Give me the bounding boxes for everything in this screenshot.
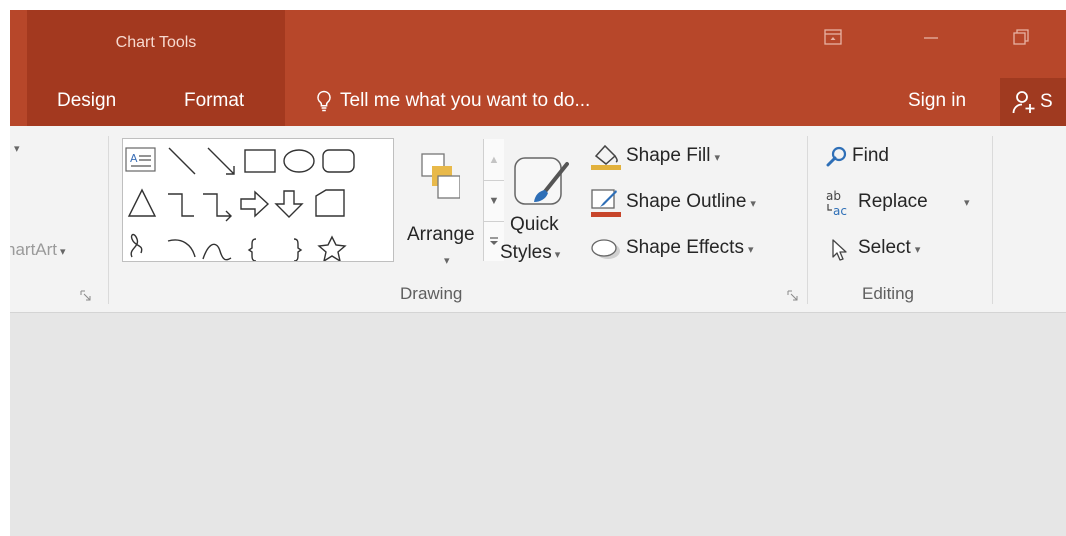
dialog-launcher-icon[interactable]	[80, 290, 92, 302]
select-label: Select ▾	[858, 237, 921, 258]
arc-icon[interactable]	[167, 239, 196, 258]
restore-icon[interactable]	[1010, 26, 1032, 48]
shape-outline-label: Shape Outline ▾	[626, 191, 756, 212]
replace-label: Replace	[858, 191, 928, 212]
drawing-group-label: Drawing	[400, 284, 463, 303]
paint-bucket-icon	[590, 142, 622, 172]
quick-styles-label-line2: Styles ▾	[500, 242, 561, 263]
svg-text:A: A	[130, 152, 138, 165]
context-group-title: Chart Tools	[115, 34, 197, 51]
quick-styles-icon	[513, 156, 569, 210]
powerpoint-window: Chart Tools Design Format Tell me what y…	[10, 10, 1066, 536]
arrow-line-icon[interactable]	[207, 147, 235, 175]
share-label: S	[1040, 91, 1053, 112]
find-icon	[826, 146, 848, 168]
arrange-dropdown-icon: ▾	[444, 255, 450, 267]
shapes-gallery: A ▲ ▼	[122, 138, 504, 262]
elbow-connector-icon[interactable]	[168, 193, 194, 217]
ribbon: ▾ hartArt ▾ A ▲ ▼ Arrange ▾ Quick Styles…	[10, 126, 1066, 313]
title-bar: Chart Tools Design Format Tell me what y…	[10, 10, 1066, 126]
gallery-scroll-down-icon[interactable]: ▼	[483, 180, 504, 221]
freeform-icon[interactable]	[130, 233, 143, 258]
right-brace-icon[interactable]	[293, 238, 303, 261]
arrange-label: Arrange	[407, 224, 475, 245]
left-brace-icon[interactable]	[247, 238, 257, 261]
shape-effects-icon	[590, 236, 622, 262]
wordart-label-partial[interactable]: hartArt ▾	[10, 240, 66, 260]
tell-me-text: Tell me what you want to do...	[340, 90, 591, 111]
person-add-icon	[1012, 90, 1038, 114]
shape-fill-label: Shape Fill ▾	[626, 145, 721, 166]
share-button[interactable]: S	[1000, 78, 1066, 126]
curve-icon[interactable]	[202, 243, 232, 261]
line-icon[interactable]	[168, 147, 196, 175]
right-arrow-icon[interactable]	[240, 190, 270, 218]
replace-dropdown-icon[interactable]: ▾	[964, 196, 970, 209]
drawing-dialog-launcher-icon[interactable]	[787, 290, 799, 302]
sign-in-link[interactable]: Sign in	[908, 90, 966, 112]
tab-design[interactable]: Design	[57, 90, 116, 112]
triangle-icon[interactable]	[127, 188, 157, 217]
lightbulb-icon	[316, 90, 332, 112]
pen-outline-icon	[590, 188, 622, 218]
gallery-scroll-up-icon[interactable]: ▲	[483, 139, 504, 180]
arrange-icon	[420, 152, 460, 208]
slide-workspace[interactable]	[10, 313, 1066, 536]
dropdown-arrow-icon[interactable]: ▾	[14, 142, 20, 155]
ribbon-display-options-icon[interactable]	[822, 26, 844, 48]
shape-effects-label: Shape Effects ▾	[626, 237, 754, 258]
down-arrow-icon[interactable]	[274, 190, 304, 218]
rounded-rectangle-icon[interactable]	[322, 149, 355, 173]
replace-icon: ab ac	[824, 188, 852, 218]
group-separator	[807, 136, 808, 304]
group-separator	[992, 136, 993, 304]
group-separator	[108, 136, 109, 304]
editing-group-label: Editing	[862, 284, 914, 303]
svg-text:ac: ac	[833, 204, 847, 218]
text-box-icon[interactable]: A	[125, 147, 156, 172]
svg-text:ab: ab	[826, 189, 841, 203]
quick-styles-label-line1: Quick	[510, 214, 559, 235]
minimize-icon[interactable]	[920, 26, 942, 48]
find-label: Find	[852, 145, 889, 166]
star-icon[interactable]	[317, 235, 347, 261]
chart-tools-context-group: Chart Tools Design Format	[27, 10, 285, 126]
tell-me-box[interactable]: Tell me what you want to do...	[316, 90, 590, 112]
tab-format[interactable]: Format	[184, 90, 244, 112]
elbow-arrow-connector-icon[interactable]	[203, 193, 232, 222]
rectangle-icon[interactable]	[244, 149, 276, 173]
select-cursor-icon	[830, 238, 850, 262]
flowchart-icon[interactable]	[315, 189, 345, 217]
oval-icon[interactable]	[283, 149, 315, 173]
